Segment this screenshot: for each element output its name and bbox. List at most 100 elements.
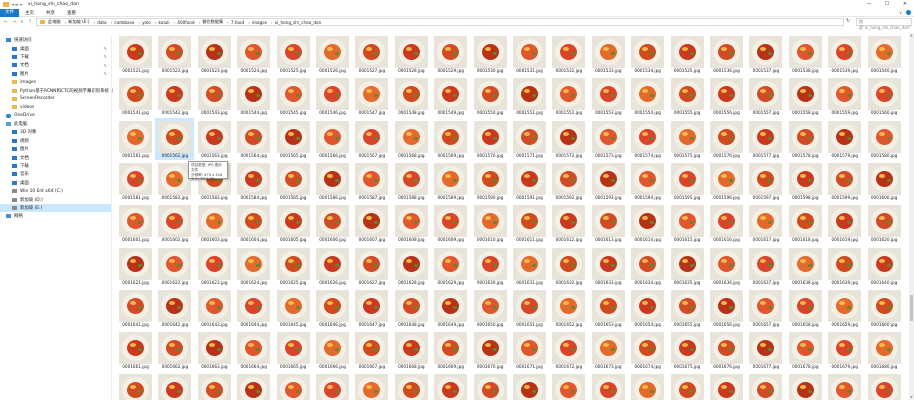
breadcrumb-item[interactable]: 餐饮数据集 bbox=[202, 19, 223, 25]
file-item[interactable]: 0001565.jpg bbox=[274, 118, 313, 160]
file-item[interactable]: 0001650.jpg bbox=[471, 287, 510, 329]
file-item[interactable]: 0001657.jpg bbox=[746, 287, 785, 329]
sidebar-item[interactable]: 图片 ✎ bbox=[0, 70, 111, 78]
file-item[interactable]: 0001531.jpg bbox=[510, 33, 549, 75]
file-item[interactable]: 0001581.jpg bbox=[116, 160, 155, 202]
file-item[interactable]: 0001569.jpg bbox=[431, 118, 470, 160]
file-item[interactable]: 0001556.jpg bbox=[707, 75, 746, 117]
file-item[interactable]: 0001578.jpg bbox=[786, 118, 825, 160]
breadcrumb-separator-icon[interactable]: › bbox=[138, 20, 140, 25]
file-item[interactable]: 0001620.jpg bbox=[865, 202, 904, 244]
file-item[interactable]: 0001681.jpg bbox=[116, 371, 155, 400]
file-item[interactable]: 0001612.jpg bbox=[549, 202, 588, 244]
file-item[interactable]: 0001652.jpg bbox=[549, 287, 588, 329]
breadcrumb-separator-icon[interactable]: › bbox=[93, 20, 95, 25]
close-button[interactable]: ✕ bbox=[896, 0, 914, 9]
file-item[interactable]: 0001635.jpg bbox=[668, 245, 707, 287]
breadcrumb-separator-icon[interactable]: › bbox=[248, 20, 250, 25]
file-item[interactable]: 0001563.jpg bbox=[195, 118, 234, 160]
file-item[interactable]: 0001648.jpg bbox=[392, 287, 431, 329]
file-item[interactable]: 0001551.jpg bbox=[510, 75, 549, 117]
file-item[interactable]: 0001677.jpg bbox=[746, 329, 785, 371]
file-item[interactable]: 0001523.jpg bbox=[195, 33, 234, 75]
sidebar-item[interactable]: 新加坡 (E:) bbox=[0, 203, 111, 213]
file-item[interactable]: 0001602.jpg bbox=[155, 202, 194, 244]
tab-home[interactable]: 主页 bbox=[19, 10, 40, 16]
file-item[interactable]: 0001618.jpg bbox=[786, 202, 825, 244]
file-item[interactable]: 0001598.jpg bbox=[786, 160, 825, 202]
file-item[interactable]: 0001610.jpg bbox=[471, 202, 510, 244]
minimize-button[interactable]: — bbox=[860, 0, 878, 9]
file-item[interactable]: 0001687.jpg bbox=[352, 371, 391, 400]
file-item[interactable]: 0001688.jpg bbox=[392, 371, 431, 400]
file-item[interactable]: 0001599.jpg bbox=[825, 160, 864, 202]
file-item[interactable]: 0001670.jpg bbox=[471, 329, 510, 371]
file-item[interactable]: 0001545.jpg bbox=[274, 75, 313, 117]
file-item[interactable]: 0001536.jpg bbox=[707, 33, 746, 75]
file-item[interactable]: 0001653.jpg bbox=[589, 287, 628, 329]
file-item[interactable]: 0001560.jpg bbox=[865, 75, 904, 117]
sidebar-item[interactable]: 网络 bbox=[0, 212, 111, 220]
file-item[interactable]: 0001538.jpg bbox=[786, 33, 825, 75]
tab-share[interactable]: 共享 bbox=[40, 10, 61, 16]
file-item[interactable]: 0001588.jpg bbox=[392, 160, 431, 202]
file-item[interactable]: 0001690.jpg bbox=[471, 371, 510, 400]
tab-file[interactable]: 文件 bbox=[0, 8, 19, 17]
file-item[interactable]: 0001682.jpg bbox=[155, 371, 194, 400]
file-item[interactable]: 0001641.jpg bbox=[116, 287, 155, 329]
up-button[interactable]: ↑ bbox=[26, 19, 34, 25]
file-item[interactable]: 0001605.jpg bbox=[274, 202, 313, 244]
file-item[interactable]: 0001700.jpg bbox=[865, 371, 904, 400]
expand-ribbon-icon[interactable]: ∨ bbox=[899, 10, 902, 15]
tab-view[interactable]: 查看 bbox=[61, 10, 82, 16]
file-item[interactable]: 0001655.jpg bbox=[668, 287, 707, 329]
file-item[interactable]: 0001527.jpg bbox=[352, 33, 391, 75]
file-item[interactable]: 0001675.jpg bbox=[668, 329, 707, 371]
file-item[interactable]: 0001661.jpg bbox=[116, 329, 155, 371]
breadcrumb-item[interactable]: kaluli bbox=[159, 20, 170, 25]
file-item[interactable]: 0001692.jpg bbox=[549, 371, 588, 400]
file-item[interactable]: 0001571.jpg bbox=[510, 118, 549, 160]
breadcrumb-item[interactable]: 此电脑 bbox=[48, 19, 61, 25]
file-item[interactable]: 0001585.jpg bbox=[274, 160, 313, 202]
file-item[interactable]: 0001614.jpg bbox=[628, 202, 667, 244]
file-item[interactable]: 0001695.jpg bbox=[668, 371, 707, 400]
sidebar-item[interactable]: OneDrive bbox=[0, 112, 111, 120]
file-item[interactable]: 0001593.jpg bbox=[589, 160, 628, 202]
sidebar-item[interactable]: 音乐 bbox=[0, 170, 111, 178]
file-item[interactable]: 0001665.jpg bbox=[274, 329, 313, 371]
file-item[interactable]: 0001574.jpg bbox=[628, 118, 667, 160]
breadcrumb-separator-icon[interactable]: › bbox=[227, 20, 229, 25]
file-item[interactable]: 0001664.jpg bbox=[234, 329, 273, 371]
file-item[interactable]: 0001619.jpg bbox=[825, 202, 864, 244]
vertical-scrollbar[interactable]: ▲ ▼ bbox=[909, 33, 914, 400]
file-item[interactable]: 0001667.jpg bbox=[352, 329, 391, 371]
file-item[interactable]: 0001684.jpg bbox=[234, 371, 273, 400]
file-item[interactable]: 0001529.jpg bbox=[431, 33, 470, 75]
file-item[interactable]: 0001587.jpg bbox=[352, 160, 391, 202]
file-item[interactable]: 0001637.jpg bbox=[746, 245, 785, 287]
breadcrumb-item[interactable]: codebase bbox=[114, 20, 134, 25]
forward-button[interactable]: → bbox=[10, 19, 18, 25]
file-item[interactable]: 0001651.jpg bbox=[510, 287, 549, 329]
file-item[interactable]: 0001632.jpg bbox=[549, 245, 588, 287]
breadcrumb-separator-icon[interactable]: › bbox=[65, 20, 67, 25]
file-item[interactable]: 0001685.jpg bbox=[274, 371, 313, 400]
file-item[interactable]: 0001584.jpg bbox=[234, 160, 273, 202]
sidebar-item[interactable]: 3D 对象 bbox=[0, 128, 111, 136]
file-item[interactable]: 0001535.jpg bbox=[668, 33, 707, 75]
file-item[interactable]: 0001609.jpg bbox=[431, 202, 470, 244]
file-item[interactable]: 0001549.jpg bbox=[431, 75, 470, 117]
file-item[interactable]: 0001669.jpg bbox=[431, 329, 470, 371]
file-item[interactable]: 0001547.jpg bbox=[352, 75, 391, 117]
file-item[interactable]: 0001607.jpg bbox=[352, 202, 391, 244]
file-item[interactable]: 0001552.jpg bbox=[549, 75, 588, 117]
sidebar-item[interactable]: Python基于RCNN和CTC的视频字幕识别系统（ bbox=[0, 86, 113, 94]
file-item[interactable]: 0001592.jpg bbox=[549, 160, 588, 202]
file-item[interactable]: 0001659.jpg bbox=[825, 287, 864, 329]
sidebar-item[interactable]: images bbox=[0, 78, 111, 86]
search-input[interactable]: 搜索"xi_hong_shi_chao_dan" bbox=[856, 18, 912, 30]
breadcrumb-item[interactable]: images bbox=[252, 20, 267, 25]
file-item[interactable]: 0001622.jpg bbox=[155, 245, 194, 287]
file-item[interactable]: 0001553.jpg bbox=[589, 75, 628, 117]
